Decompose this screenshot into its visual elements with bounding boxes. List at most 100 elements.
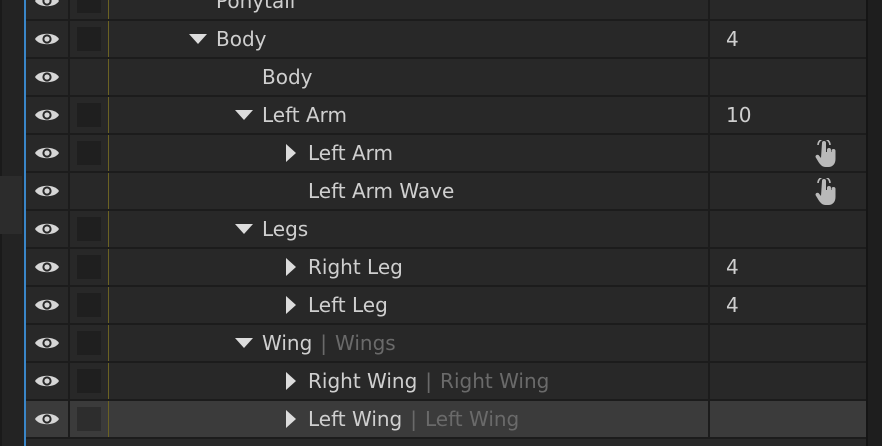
layer-name-cell[interactable]: Right Wing | Right Wing	[110, 363, 710, 399]
layer-name: Left Arm Wave	[308, 179, 455, 203]
layer-name: Right Wing	[308, 369, 418, 393]
value-cell[interactable]	[710, 211, 866, 247]
layer-row[interactable]: Ponytail	[26, 0, 866, 21]
eye-icon	[34, 334, 60, 352]
layer-name-cell[interactable]: Left Wing | Left Wing	[110, 401, 710, 437]
visibility-toggle[interactable]	[26, 363, 70, 399]
layer-name-group: Body	[188, 21, 267, 57]
layer-row[interactable]: Left Arm 10	[26, 97, 866, 135]
triangle-down-icon[interactable]	[188, 29, 208, 49]
layer-name-cell[interactable]: Ponytail	[110, 0, 710, 19]
eye-icon	[34, 30, 60, 48]
layer-row[interactable]: Body 4	[26, 21, 866, 59]
layer-name-group: Right Wing | Right Wing	[280, 363, 549, 399]
eye-icon	[34, 182, 60, 200]
layer-row[interactable]: Left Arm	[26, 135, 866, 173]
value-cell[interactable]	[710, 363, 866, 399]
layer-checkbox[interactable]	[77, 27, 101, 51]
eye-icon	[34, 258, 60, 276]
layer-row[interactable]: Legs	[26, 211, 866, 249]
layer-list: Ponytail Body 4 Body Left Arm 10 Left Arm Left …	[26, 0, 866, 439]
value-cell[interactable]: 10	[710, 97, 866, 133]
layer-checkbox[interactable]	[77, 407, 101, 431]
layer-row[interactable]: Right Leg 4	[26, 249, 866, 287]
visibility-toggle[interactable]	[26, 135, 70, 171]
name-separator: |	[410, 407, 417, 431]
layer-name: Left Arm	[308, 141, 394, 165]
layer-row[interactable]: Left Wing | Left Wing	[26, 401, 866, 439]
layer-name-cell[interactable]: Legs	[110, 211, 710, 247]
visibility-toggle[interactable]	[26, 21, 70, 57]
layer-name-cell[interactable]: Left Arm	[110, 97, 710, 133]
value-cell[interactable]	[710, 401, 866, 437]
triangle-right-icon[interactable]	[280, 295, 300, 315]
value-cell[interactable]: 4	[710, 287, 866, 323]
layer-name: Body	[216, 27, 267, 51]
layer-name-group: Right Leg	[280, 249, 403, 285]
layer-name-cell[interactable]: Left Arm Wave	[110, 173, 710, 209]
eye-icon	[34, 144, 60, 162]
visibility-toggle[interactable]	[26, 0, 70, 19]
visibility-toggle[interactable]	[26, 401, 70, 437]
visibility-toggle[interactable]	[26, 249, 70, 285]
layer-name-cell[interactable]: Right Leg	[110, 249, 710, 285]
left-panel-tab[interactable]	[0, 204, 22, 234]
layer-row[interactable]: Wing | Wings	[26, 325, 866, 363]
triangle-right-icon[interactable]	[280, 371, 300, 391]
layer-checkbox[interactable]	[77, 0, 101, 13]
scrollbar-track[interactable]	[866, 0, 882, 446]
layer-value: 10	[726, 103, 752, 127]
layer-checkbox[interactable]	[77, 331, 101, 355]
layer-name-group: Wing | Wings	[234, 325, 396, 361]
visibility-toggle[interactable]	[26, 325, 70, 361]
layer-name: Legs	[262, 217, 309, 241]
layer-name-cell[interactable]: Left Arm	[110, 135, 710, 171]
triangle-right-icon[interactable]	[280, 257, 300, 277]
visibility-toggle[interactable]	[26, 287, 70, 323]
label-column	[70, 0, 109, 19]
layer-row[interactable]: Left Leg 4	[26, 287, 866, 325]
layer-row[interactable]: Left Arm Wave	[26, 173, 866, 211]
label-column	[70, 401, 109, 437]
layer-checkbox[interactable]	[77, 293, 101, 317]
layer-checkbox[interactable]	[77, 369, 101, 393]
value-cell[interactable]: 4	[710, 21, 866, 57]
layer-checkbox[interactable]	[77, 103, 101, 127]
left-panel-edge	[0, 0, 24, 446]
layer-row[interactable]: Right Wing | Right Wing	[26, 363, 866, 401]
layer-checkbox[interactable]	[77, 141, 101, 165]
visibility-toggle[interactable]	[26, 59, 70, 95]
triangle-down-icon[interactable]	[234, 219, 254, 239]
layer-value: 4	[726, 27, 739, 51]
eye-icon	[34, 68, 60, 86]
value-cell[interactable]	[710, 59, 866, 95]
triangle-down-icon[interactable]	[234, 105, 254, 125]
visibility-toggle[interactable]	[26, 211, 70, 247]
layer-row[interactable]: Body	[26, 59, 866, 97]
visibility-toggle[interactable]	[26, 97, 70, 133]
label-column	[70, 287, 109, 323]
layer-checkbox[interactable]	[77, 255, 101, 279]
layer-name-cell[interactable]: Body	[110, 21, 710, 57]
layer-name-cell[interactable]: Wing | Wings	[110, 325, 710, 361]
value-cell[interactable]: 4	[710, 249, 866, 285]
layer-name-cell[interactable]: Body	[110, 59, 710, 95]
layer-name: Right Leg	[308, 255, 403, 279]
triangle-down-icon[interactable]	[234, 333, 254, 353]
layer-name: Ponytail	[216, 0, 296, 13]
triangle-right-icon[interactable]	[280, 409, 300, 429]
scrollbar-border	[866, 0, 868, 446]
value-cell[interactable]	[710, 173, 866, 209]
hand-pointer-icon[interactable]	[812, 138, 840, 168]
value-cell[interactable]	[710, 135, 866, 171]
visibility-toggle[interactable]	[26, 173, 70, 209]
eye-icon	[34, 410, 60, 428]
layer-name-group: Left Leg	[280, 287, 388, 323]
hand-pointer-icon[interactable]	[812, 176, 840, 206]
left-panel-tab[interactable]	[0, 176, 22, 204]
triangle-right-icon[interactable]	[280, 143, 300, 163]
value-cell[interactable]	[710, 325, 866, 361]
value-cell[interactable]	[710, 0, 866, 19]
layer-name-cell[interactable]: Left Leg	[110, 287, 710, 323]
layer-checkbox[interactable]	[77, 217, 101, 241]
